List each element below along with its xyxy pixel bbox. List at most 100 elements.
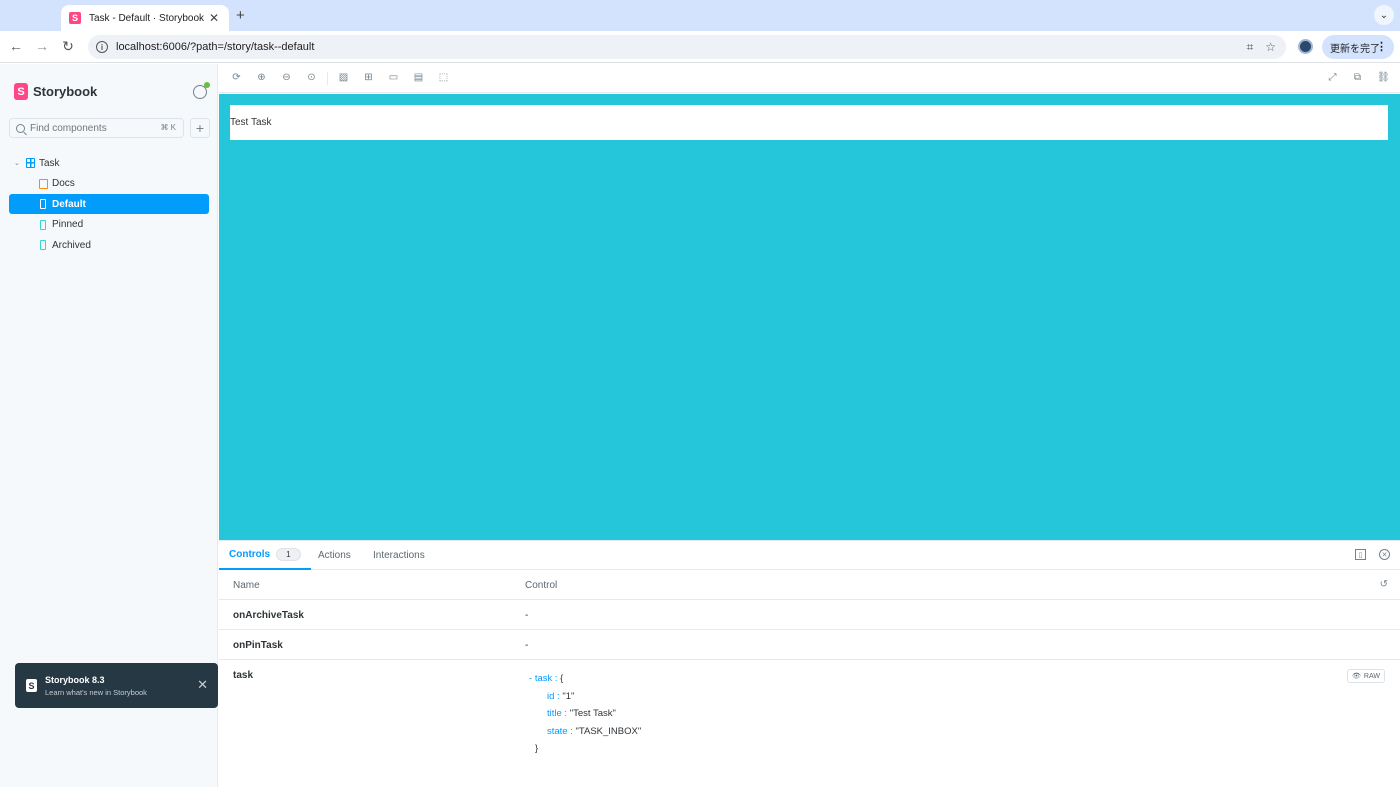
tab-search-chevron-icon[interactable]: ⌄ (1374, 5, 1394, 25)
component-tree: ⌄ Task Docs Default Pinned Archived (9, 153, 209, 256)
controls-count-badge: 1 (276, 548, 301, 561)
object-root[interactable]: - task : { (529, 670, 641, 688)
whats-new-notification[interactable]: S Storybook 8.3 Learn what's new in Stor… (15, 663, 218, 708)
bookmark-icon (40, 219, 46, 230)
bookmark-icon (40, 240, 46, 250)
background-icon[interactable]: ▨ (338, 72, 349, 83)
controls-table: Name Control ↺ onArchiveTask - onPinTask… (219, 570, 1400, 760)
addons-panel: Controls 1 Actions Interactions ▯ ✕ Name… (219, 540, 1400, 787)
tree-item-label: Docs (52, 178, 75, 189)
arg-name: onPinTask (233, 640, 283, 651)
search-input[interactable] (30, 122, 150, 134)
reload-icon[interactable]: ↻ (59, 38, 77, 55)
preview-toolbar: ⟳ ⊕ ⊖ ⊙ ▨ ⊞ ▭ ▤ ⬚ ⤢ ⧉ ⛓ (219, 64, 1400, 93)
tree-item-default[interactable]: Default (9, 194, 209, 214)
task-title: Test Task (230, 117, 272, 128)
storybook-favicon-icon: S (69, 12, 81, 24)
object-close-brace: } (535, 743, 539, 754)
story-canvas: Test Task (219, 94, 1400, 540)
bookmark-icon (40, 199, 46, 209)
tab-label: Controls (229, 549, 271, 560)
tab-controls[interactable]: Controls 1 (219, 541, 311, 570)
storybook-logo-icon: S (14, 83, 28, 100)
object-field[interactable]: title : "Test Task" (529, 705, 641, 723)
forward-arrow-icon[interactable]: → (33, 38, 51, 54)
viewport-icon[interactable]: ▭ (388, 72, 399, 83)
tab-label: Interactions (373, 550, 425, 561)
tree-item-docs[interactable]: Docs (9, 174, 209, 194)
bookmark-star-icon[interactable]: ☆ (1265, 40, 1276, 55)
zoom-reset-icon[interactable]: ⊙ (306, 72, 317, 83)
new-tab-icon[interactable]: + (236, 7, 245, 24)
arg-control: - (525, 640, 529, 651)
tree-component-label: Task (39, 157, 60, 169)
close-icon[interactable]: ✕ (197, 677, 208, 693)
raw-label: RAW (1363, 672, 1380, 680)
profile-avatar[interactable] (1298, 39, 1313, 54)
notification-dot-icon (204, 82, 210, 88)
tab-interactions[interactable]: Interactions (373, 541, 425, 570)
header-name: Name (233, 580, 260, 591)
component-icon (26, 158, 35, 168)
url-text: localhost:6006/?path=/story/task--defaul… (116, 41, 315, 53)
tree-item-archived[interactable]: Archived (9, 235, 209, 255)
close-tab-icon[interactable]: ✕ (207, 11, 221, 25)
raw-button[interactable]: 👁 RAW (1347, 669, 1385, 683)
table-row: onArchiveTask - (219, 600, 1400, 630)
object-control[interactable]: - task : { id : "1" title : "Test Task" … (529, 670, 641, 758)
search-field[interactable]: ⌘ K (9, 118, 184, 138)
address-bar: ← → ↻ i localhost:6006/?path=/story/task… (0, 31, 1400, 63)
zoom-out-icon[interactable]: ⊖ (281, 72, 292, 83)
site-info-icon[interactable]: i (96, 41, 108, 53)
task-item[interactable]: Test Task (230, 105, 1388, 140)
tab-actions[interactable]: Actions (318, 541, 351, 570)
object-field[interactable]: id : "1" (529, 688, 641, 706)
create-story-button[interactable]: + (190, 118, 210, 138)
table-row: task - task : { id : "1" title : "Test T… (219, 660, 1400, 760)
tree-item-label: Pinned (52, 219, 84, 230)
url-field[interactable]: i localhost:6006/?path=/story/task--defa… (88, 35, 1286, 59)
grid-icon[interactable]: ⊞ (363, 72, 374, 83)
arg-control: - (525, 610, 529, 621)
storybook-logo-icon: S (26, 679, 37, 692)
translate-icon[interactable]: ⌗ (1246, 40, 1253, 55)
tree-component-task[interactable]: ⌄ Task (9, 153, 209, 173)
tab-label: Actions (318, 550, 351, 561)
storybook-brand[interactable]: S Storybook (14, 83, 97, 100)
update-button-label: 更新を完了 (1330, 43, 1380, 55)
tree-item-pinned[interactable]: Pinned (9, 215, 209, 235)
reset-icon[interactable]: ↺ (1380, 579, 1388, 590)
more-menu-icon[interactable]: ⋮ (1376, 40, 1387, 53)
close-panel-icon[interactable]: ✕ (1379, 549, 1390, 560)
notification-title: Storybook 8.3 (45, 675, 105, 685)
field-value: "TASK_INBOX" (575, 725, 642, 737)
chevron-down-icon: ⌄ (14, 160, 20, 167)
zoom-in-icon[interactable]: ⊕ (256, 72, 267, 83)
fullscreen-icon[interactable]: ⤢ (1327, 72, 1338, 83)
tab-title: Task - Default · Storybook (89, 12, 205, 24)
update-button[interactable]: 更新を完了 ⋮ (1322, 35, 1394, 59)
eye-icon: 👁 (1352, 673, 1361, 680)
arg-name: onArchiveTask (233, 610, 304, 621)
table-row: onPinTask - (219, 630, 1400, 660)
copy-link-icon[interactable]: ⛓ (1377, 72, 1390, 83)
search-icon (16, 123, 25, 133)
brand-name: Storybook (33, 84, 98, 99)
search-shortcut: ⌘ K (160, 123, 176, 132)
open-new-tab-icon[interactable]: ⧉ (1352, 72, 1363, 83)
back-arrow-icon[interactable]: ← (7, 38, 25, 54)
browser-tab-bar: S Task - Default · Storybook ✕ + ⌄ (0, 0, 1400, 31)
table-header: Name Control ↺ (219, 570, 1400, 600)
browser-tab[interactable]: S Task - Default · Storybook ✕ (61, 5, 229, 31)
measure-icon[interactable]: ▤ (413, 72, 424, 83)
field-key: title (547, 708, 562, 719)
object-field[interactable]: state : "TASK_INBOX" (529, 723, 641, 741)
panel-orientation-icon[interactable]: ▯ (1355, 549, 1366, 560)
outline-icon[interactable]: ⬚ (438, 72, 449, 83)
object-key: task (534, 673, 553, 684)
toolbar-divider (327, 72, 328, 85)
arg-name: task (233, 670, 254, 681)
remount-icon[interactable]: ⟳ (231, 72, 242, 83)
settings-icon[interactable] (193, 82, 210, 99)
header-control: Control (525, 580, 558, 591)
